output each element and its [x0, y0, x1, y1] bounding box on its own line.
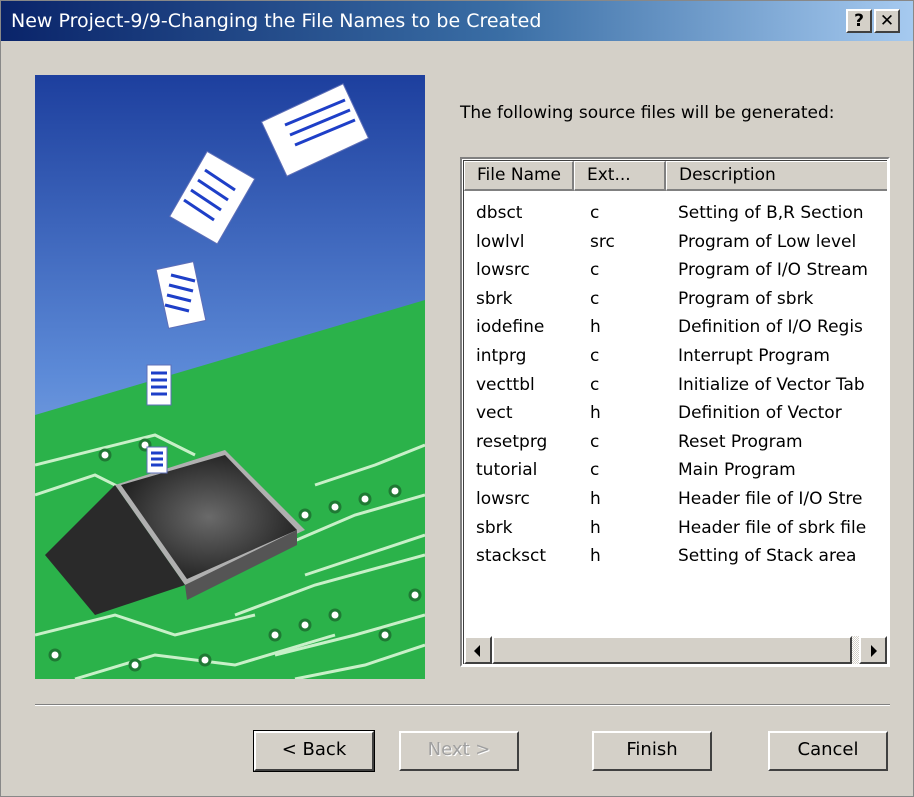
description-cell: Main Program	[678, 460, 796, 481]
help-button[interactable]: ?	[846, 9, 872, 33]
table-row[interactable]: iodefine h Definition of I/O Regis	[464, 313, 887, 342]
separator-line	[35, 704, 890, 706]
title-bar[interactable]: New Project-9/9-Changing the File Names …	[1, 1, 913, 41]
list-rows: dbsct c Setting of B,R Section lowlvl src Pr…	[464, 199, 887, 571]
file-name-cell: lowlvl	[476, 231, 525, 252]
description-cell: Setting of B,R Section	[678, 203, 864, 223]
file-name-cell: vect	[476, 403, 513, 424]
scroll-right-button[interactable]	[859, 636, 887, 664]
description-cell: Interrupt Program	[678, 345, 830, 366]
close-button[interactable]: ✕	[874, 9, 900, 33]
file-name-cell: iodefine	[476, 317, 545, 338]
file-name-cell: sbrk	[476, 517, 513, 538]
description-cell: Initialize of Vector Tab	[678, 374, 865, 395]
table-row[interactable]: lowsrc c Program of I/O Stream	[464, 256, 887, 285]
window-title: New Project-9/9-Changing the File Names …	[11, 10, 542, 32]
table-row[interactable]: tutorial c Main Program	[464, 456, 887, 485]
list-header: File Name Ext... Description	[464, 161, 887, 191]
extension-cell: c	[590, 374, 600, 395]
table-row[interactable]: intprg c Interrupt Program	[464, 342, 887, 371]
question-mark-icon: ?	[854, 11, 864, 31]
finish-button[interactable]: Finish	[592, 731, 712, 771]
wizard-illustration	[35, 75, 425, 679]
back-button[interactable]: < Back	[253, 730, 375, 772]
extension-cell: h	[590, 488, 601, 509]
table-row[interactable]: vect h Definition of Vector	[464, 399, 887, 428]
file-name-cell: resetprg	[476, 431, 548, 452]
column-header-extension[interactable]: Ext...	[574, 161, 666, 191]
extension-cell: h	[590, 317, 601, 338]
description-cell: Setting of Stack area	[678, 546, 857, 567]
extension-cell: c	[590, 431, 600, 452]
arrow-left-icon	[474, 645, 480, 657]
scroll-track[interactable]	[852, 636, 859, 664]
description-cell: Definition of I/O Regis	[678, 317, 863, 338]
horizontal-scrollbar[interactable]	[464, 636, 887, 664]
description-cell: Header file of sbrk file	[678, 517, 867, 538]
extension-cell: src	[590, 231, 615, 252]
column-header-description[interactable]: Description	[666, 161, 887, 191]
table-row[interactable]: sbrk c Program of sbrk	[464, 285, 887, 314]
column-header-file-name[interactable]: File Name	[464, 161, 574, 191]
source-files-list[interactable]: File Name Ext... Description dbsct c Setti…	[460, 157, 890, 667]
cancel-button[interactable]: Cancel	[768, 731, 888, 771]
description-cell: Header file of I/O Stre	[678, 488, 863, 509]
extension-cell: c	[590, 345, 600, 366]
table-row[interactable]: lowsrc h Header file of I/O Stre	[464, 485, 887, 514]
close-icon: ✕	[879, 11, 895, 31]
scroll-left-button[interactable]	[464, 636, 492, 664]
table-row[interactable]: sbrk h Header file of sbrk file	[464, 514, 887, 543]
description-cell: Program of sbrk	[678, 288, 814, 309]
extension-cell: c	[590, 460, 600, 481]
table-row[interactable]: stacksct h Setting of Stack area	[464, 542, 887, 571]
extension-cell: h	[590, 546, 601, 567]
file-name-cell: stacksct	[476, 546, 547, 567]
table-row[interactable]: dbsct c Setting of B,R Section	[464, 199, 887, 228]
file-name-cell: sbrk	[476, 288, 513, 309]
wizard-dialog: New Project-9/9-Changing the File Names …	[0, 0, 914, 797]
file-name-cell: lowsrc	[476, 260, 530, 281]
scroll-thumb[interactable]	[492, 636, 852, 664]
file-name-cell: intprg	[476, 345, 527, 366]
table-row[interactable]: resetprg c Reset Program	[464, 428, 887, 457]
file-name-cell: vecttbl	[476, 374, 535, 395]
extension-cell: c	[590, 260, 600, 281]
table-row[interactable]: lowlvl src Program of Low level	[464, 228, 887, 257]
description-cell: Reset Program	[678, 431, 803, 452]
intro-text: The following source files will be gener…	[460, 103, 835, 123]
circuit-board-illustration	[35, 75, 425, 679]
extension-cell: h	[590, 517, 601, 538]
description-cell: Program of I/O Stream	[678, 260, 868, 281]
file-name-cell: tutorial	[476, 460, 538, 481]
file-name-cell: dbsct	[476, 203, 523, 223]
table-row[interactable]: vecttbl c Initialize of Vector Tab	[464, 371, 887, 400]
extension-cell: c	[590, 288, 600, 309]
arrow-right-icon	[871, 645, 877, 657]
description-cell: Program of Low level	[678, 231, 857, 252]
description-cell: Definition of Vector	[678, 403, 842, 424]
extension-cell: c	[590, 203, 600, 223]
file-name-cell: lowsrc	[476, 488, 530, 509]
extension-cell: h	[590, 403, 601, 424]
next-button[interactable]: Next >	[399, 731, 519, 771]
